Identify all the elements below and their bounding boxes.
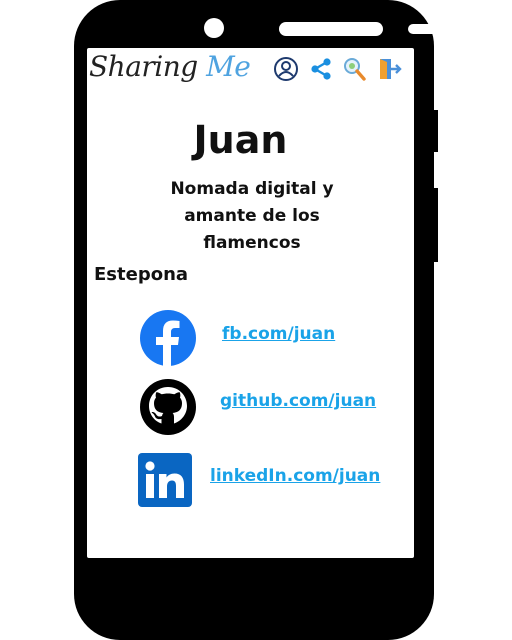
logout-icon[interactable] [377,56,403,82]
share-icon[interactable] [308,56,334,82]
power-button [432,188,438,262]
volume-button [432,110,438,152]
bio-line: amante de los [184,206,320,226]
app-screen: Sharing Me Juan Nomada digital y amante … [87,48,414,558]
github-link[interactable]: github.com/juan [220,391,376,411]
front-camera [204,18,224,38]
bio-line: Nomada digital y [170,179,334,199]
logo-text-part1: Sharing [89,50,198,83]
facebook-link[interactable]: fb.com/juan [222,324,335,344]
logo-text-part2: Me [206,50,251,83]
profile-location: Estepona [94,264,189,285]
bio-line: flamencos [203,233,301,253]
proximity-sensor [408,24,438,34]
facebook-icon[interactable] [140,310,196,366]
profile-icon[interactable] [273,56,299,82]
profile-bio: Nomada digital y amante de los flamencos [157,176,347,257]
earpiece-speaker [279,22,383,36]
linkedin-icon[interactable] [138,453,192,507]
search-icon[interactable] [341,56,367,82]
profile-name: Juan [193,118,288,162]
github-icon[interactable] [140,379,196,435]
app-header: Sharing Me [87,48,414,90]
app-logo[interactable]: Sharing Me [89,50,251,83]
linkedin-link[interactable]: linkedIn.com/juan [210,466,380,486]
